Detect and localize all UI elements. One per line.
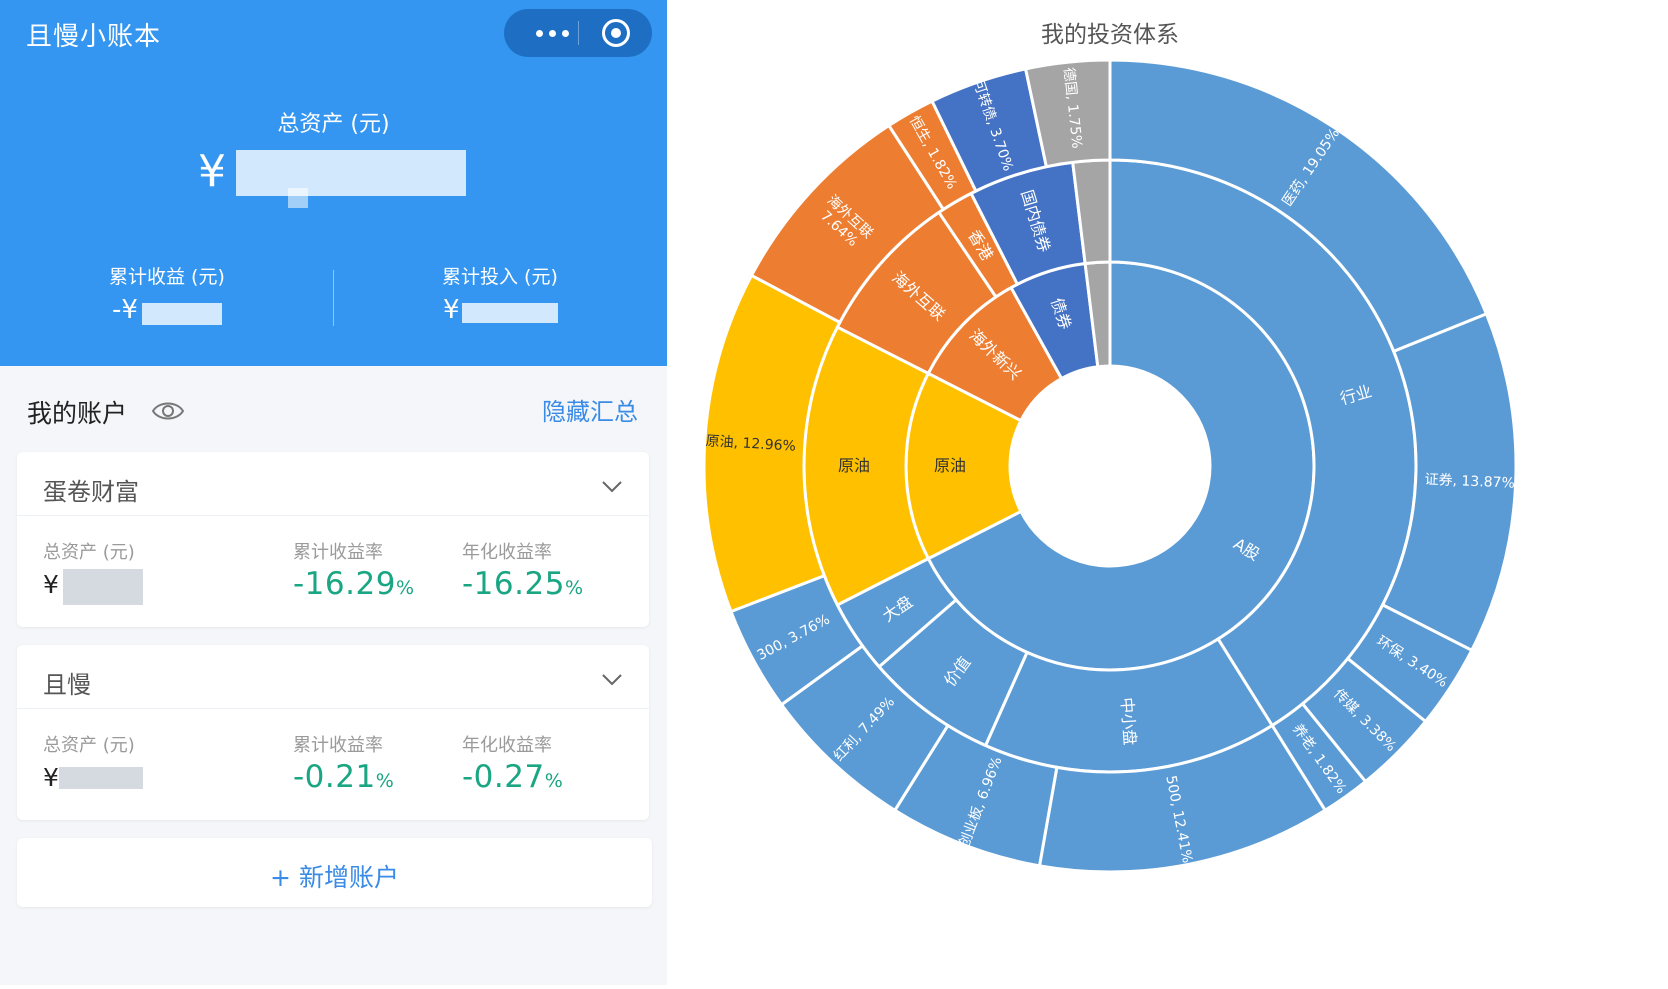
chart-title: 我的投资体系	[1041, 22, 1179, 48]
slice-label: 原油	[934, 456, 966, 475]
ann-return-value: -0.27%	[462, 759, 564, 795]
accounts-title: 我的账户	[27, 399, 128, 428]
cum-return-label: 累计收益率	[293, 735, 383, 756]
account-name: 蛋卷财富	[43, 478, 139, 506]
blurred-mask	[288, 188, 308, 208]
close-target-icon[interactable]	[602, 19, 630, 47]
cum-return-value: -0.21%	[293, 759, 395, 795]
add-account-button[interactable]: + 新增账户	[17, 838, 652, 907]
blurred-mask	[236, 150, 466, 196]
divider	[333, 270, 334, 326]
invest-label: 累计投入 (元)	[442, 266, 558, 288]
capsule-divider	[578, 21, 579, 45]
add-account-label: + 新增账户	[270, 863, 399, 892]
app-title: 且慢小账本	[26, 22, 162, 52]
more-icon[interactable]	[526, 9, 578, 57]
ann-return-value: -16.25%	[462, 566, 584, 602]
income-label: 累计收益 (元)	[109, 266, 225, 288]
divider	[17, 515, 649, 516]
blurred-mask	[63, 569, 143, 605]
mini-program-capsule	[504, 9, 652, 57]
blurred-mask	[462, 303, 558, 323]
invest-value: ¥	[443, 295, 460, 325]
account-name: 且慢	[43, 671, 91, 699]
total-currency: ¥	[198, 146, 226, 197]
account-total-label: 总资产 (元)	[43, 735, 135, 756]
cum-return-label: 累计收益率	[293, 542, 383, 563]
divider	[17, 708, 649, 709]
total-assets-value: ¥	[198, 146, 226, 197]
account-total-label: 总资产 (元)	[43, 542, 135, 563]
total-assets-label: 总资产 (元)	[277, 112, 390, 137]
account-currency: ¥	[43, 570, 59, 599]
hide-summary-link[interactable]: 隐藏汇总	[542, 392, 638, 427]
sunburst-chart: 我的投资体系 A股原油海外新兴债券行业中小盘价值大盘原油海外互联香港 国内债券医药…	[702, 22, 1518, 874]
cum-return-value: -16.29%	[293, 566, 415, 602]
eye-icon[interactable]	[151, 399, 185, 423]
slice-label: 原油	[838, 456, 870, 475]
blurred-mask	[142, 303, 222, 325]
ann-return-label: 年化收益率	[462, 735, 552, 756]
account-currency: ¥	[43, 763, 59, 792]
chevron-down-icon[interactable]	[601, 671, 623, 687]
slice-label: 中小盘	[1118, 697, 1140, 746]
account-card[interactable]: 且慢 总资产 (元) 累计收益率 年化收益率 ¥ -0.21% -0.27%	[17, 645, 649, 820]
blurred-mask	[59, 767, 143, 789]
income-value: -¥	[112, 295, 138, 325]
mini-program-panel: 且慢小账本 总资产 (元) ¥ 累计收益 (元) -¥ 累计投入 (元) ¥ 我…	[0, 0, 667, 985]
chevron-down-icon[interactable]	[601, 478, 623, 494]
account-card[interactable]: 蛋卷财富 总资产 (元) 累计收益率 年化收益率 ¥ -16.29% -16.2…	[17, 452, 649, 627]
chart-panel: 我的投资体系 A股 原油 海外新兴 债券 行业 中小盘 价值 大盘 原油 海外互联 香港 国内债券 医药…	[668, 0, 1668, 985]
ann-return-label: 年化收益率	[462, 542, 552, 563]
summary-header: 且慢小账本 总资产 (元) ¥ 累计收益 (元) -¥ 累计投入 (元) ¥	[0, 0, 667, 366]
